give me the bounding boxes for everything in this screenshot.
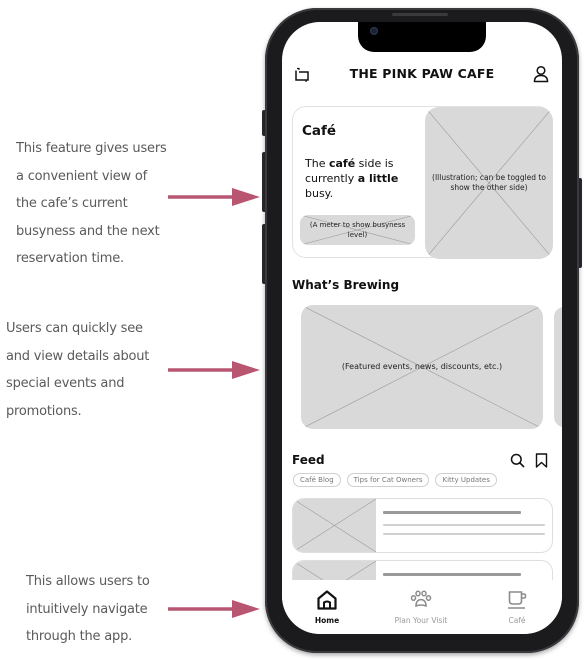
feed-thumbnail-placeholder: [293, 499, 376, 552]
annotation-line: Users can quickly see: [6, 321, 143, 336]
feed-title-placeholder: [383, 511, 521, 514]
nav-home[interactable]: Home: [282, 580, 372, 634]
annotation-line: through the app.: [26, 629, 133, 644]
status-text-bold: a little: [357, 172, 399, 185]
app-title: THE PINK PAW CAFE: [349, 66, 495, 81]
bookmark-icon[interactable]: [535, 453, 548, 468]
app-header: THE PINK PAW CAFE: [282, 62, 562, 92]
annotation-navigation: This allows users to intuitively navigat…: [26, 568, 150, 651]
notch: [358, 22, 486, 52]
annotation-line: promotions.: [6, 403, 82, 419]
annotation-line: special events and: [6, 376, 125, 391]
whats-brewing-title: What’s Brewing: [292, 278, 400, 292]
annotation-whats-brewing: Users can quickly see and view details a…: [6, 315, 149, 425]
annotation-line: a convenient view of: [16, 168, 148, 184]
speaker-grille: [392, 13, 448, 16]
annotation-line: This allows users to: [26, 574, 150, 589]
featured-card[interactable]: (Featured events, news, discounts, etc.): [301, 305, 543, 429]
cafe-card-title: Café: [302, 123, 337, 139]
app-screen: THE PINK PAW CAFE Café The café side is …: [282, 22, 562, 634]
feed-item[interactable]: [292, 498, 553, 553]
annotation-cafe-busyness: This feature gives users a convenient vi…: [16, 135, 167, 273]
annotation-line: intuitively navigate: [26, 601, 148, 617]
search-icon[interactable]: [510, 453, 525, 468]
chip-kitty-updates[interactable]: Kitty Updates: [435, 473, 497, 487]
user-profile-icon[interactable]: [532, 65, 550, 83]
meter-placeholder-label: (A meter to show busyness level): [309, 221, 406, 239]
coffee-cup-icon: [508, 591, 527, 609]
feed-text-placeholder: [383, 533, 545, 535]
nav-cafe-label: Café: [508, 616, 526, 625]
annotation-line: the cafe’s current: [16, 196, 128, 211]
placeholder-cross: [293, 499, 376, 552]
busyness-meter-placeholder: (A meter to show busyness level): [300, 215, 415, 245]
bottom-navigation: Home Plan Your Visit Café: [282, 580, 562, 634]
paw-icon: [410, 590, 432, 608]
cafe-illustration-toggle[interactable]: (Illustration; can be toggled to show th…: [425, 107, 553, 259]
illustration-placeholder-label: (Illustration; can be toggled to show th…: [432, 173, 546, 192]
nav-plan-label: Plan Your Visit: [394, 616, 448, 625]
status-text: The: [305, 157, 329, 170]
nav-home-label: Home: [314, 616, 340, 625]
nav-plan-your-visit[interactable]: Plan Your Visit: [376, 580, 466, 634]
feed-text-placeholder: [383, 524, 545, 526]
feed-filter-chips: Café Blog Tips for Cat Owners Kitty Upda…: [293, 473, 497, 487]
home-icon: [317, 590, 337, 610]
feed-title-placeholder: [383, 573, 521, 576]
next-featured-card[interactable]: [554, 307, 562, 427]
arrow-right-icon: [168, 361, 260, 379]
cafe-status-card[interactable]: Café The café side is currently a little…: [292, 106, 553, 259]
annotation-line: busyness and the next: [16, 223, 160, 239]
chip-cafe-blog[interactable]: Café Blog: [293, 473, 341, 487]
annotation-line: reservation time.: [16, 251, 124, 266]
front-camera: [370, 27, 378, 35]
feed-title: Feed: [292, 453, 325, 467]
featured-placeholder-label: (Featured events, news, discounts, etc.): [341, 362, 503, 371]
cafe-busyness-text: The café side is currently a little busy…: [305, 156, 420, 201]
status-text-bold: café: [328, 157, 356, 170]
arrow-right-icon: [168, 600, 260, 618]
nav-cafe[interactable]: Café: [472, 580, 562, 634]
chip-tips-for-cat-owners[interactable]: Tips for Cat Owners: [346, 473, 430, 487]
annotation-line: This feature gives users: [16, 141, 167, 156]
arrow-right-icon: [168, 188, 260, 206]
status-text: busy.: [305, 187, 334, 200]
annotation-line: and view details about: [6, 348, 150, 364]
